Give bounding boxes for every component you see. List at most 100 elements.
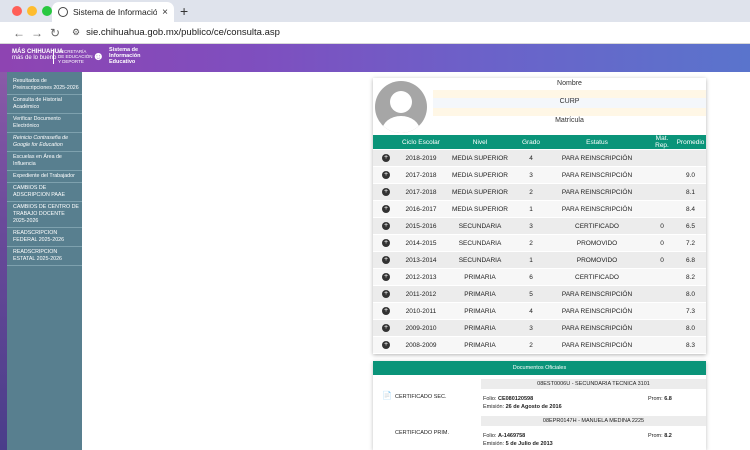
sidebar-item-historial[interactable]: Consulta de Historial Académico	[7, 95, 82, 114]
folio-value: A-1469758	[497, 433, 526, 439]
plus-circle-icon[interactable]: +	[382, 154, 390, 162]
sidebar-item-reinicio-contrasena[interactable]: Reinicio Contraseña de Google for Educat…	[7, 133, 82, 152]
table-row[interactable]: +2015-2016 SECUNDARIA 3 CERTIFICADO 0 6.5	[373, 218, 706, 235]
certificate-icon[interactable]: 📄	[382, 391, 392, 400]
expand-row-icon[interactable]: +	[373, 171, 399, 179]
site-header: MÁS CHIHUAHUA más de lo bueno SECRETARÍA…	[0, 44, 750, 72]
back-arrow-icon[interactable]: ←	[10, 26, 28, 40]
forward-arrow-icon[interactable]: →	[28, 26, 46, 40]
plus-circle-icon[interactable]: +	[382, 324, 390, 332]
table-row[interactable]: +2016-2017 MEDIA SUPERIOR 1 PARA REINSCRIPC…	[373, 201, 706, 218]
site-settings-icon[interactable]: ⚙	[72, 27, 80, 38]
sidebar-item-readscripcion-estatal[interactable]: READSCRIPCION ESTATAL 2025-2026	[7, 247, 82, 266]
table-row[interactable]: +2018-2019 MEDIA SUPERIOR 4 PARA REINSCRIPC…	[373, 150, 706, 167]
plus-circle-icon[interactable]: +	[382, 239, 390, 247]
cell-ciclo: 2015-2016	[405, 222, 437, 230]
cell-grado: 2	[529, 341, 533, 349]
cell-mat-rep: 0	[660, 239, 664, 247]
cell-ciclo: 2017-2018	[405, 171, 437, 179]
expand-row-icon[interactable]: +	[373, 256, 399, 264]
table-row[interactable]: +2012-2013 PRIMARIA 6 CERTIFICADO 8.2	[373, 269, 706, 286]
sidebar-item-readscripcion-federal[interactable]: READSCRIPCION FEDERAL 2025-2026	[7, 228, 82, 247]
table-row[interactable]: +2009-2010 PRIMARIA 3 PARA REINSCRIPCIÓN 8.0	[373, 320, 706, 337]
doc-school: 08EPR0147H - MANUELA MEDINA 2225	[481, 416, 706, 426]
expand-row-icon[interactable]: +	[373, 290, 399, 298]
expand-row-icon[interactable]: +	[373, 154, 399, 162]
plus-circle-icon[interactable]: +	[382, 256, 390, 264]
cell-promedio: 8.0	[685, 324, 696, 332]
cell-promedio: 8.4	[685, 205, 696, 213]
table-row[interactable]: +2014-2015 SECUNDARIA 2 PROMOVIDO 0 7.2	[373, 235, 706, 252]
close-window-button[interactable]	[12, 6, 22, 16]
sidebar-item-expediente[interactable]: Expediente del Trabajador	[7, 171, 82, 183]
cell-mat-rep: 0	[660, 222, 664, 230]
col-grado: Grado	[521, 138, 541, 146]
cell-estatus: PARA REINSCRIPCIÓN	[561, 171, 633, 179]
nombre-label: Nombre	[557, 80, 582, 87]
cell-estatus: PROMOVIDO	[576, 239, 618, 247]
cell-grado: 2	[529, 239, 533, 247]
plus-circle-icon[interactable]: +	[382, 171, 390, 179]
sidebar-item-cambios-paae[interactable]: CAMBIOS DE ADSCRIPCION PAAE	[7, 183, 82, 202]
cell-promedio: 8.2	[685, 273, 696, 281]
expand-row-icon[interactable]: +	[373, 341, 399, 349]
sie-logo[interactable]: ☻ Sistema de Información Educativo	[92, 47, 140, 65]
col-nivel: Nivel	[472, 138, 488, 146]
people-icon: ☻	[92, 49, 105, 63]
sidebar-item-preinscripciones[interactable]: Resultados de Preinscripciones 2025-2026	[7, 72, 82, 95]
cell-estatus: PARA REINSCRIPCIÓN	[561, 307, 633, 315]
cell-grado: 3	[529, 171, 533, 179]
address-bar-row: ← → ↻ ⚙ sie.chihuahua.gob.mx/publico/ce/…	[0, 22, 750, 44]
cell-promedio: 6.5	[685, 222, 696, 230]
table-row[interactable]: +2017-2018 MEDIA SUPERIOR 3 PARA REINSCRIPC…	[373, 167, 706, 184]
table-row[interactable]: +2010-2011 PRIMARIA 4 PARA REINSCRIPCIÓN 7.3	[373, 303, 706, 320]
sidebar-item-cambios-docente[interactable]: CAMBIOS DE CENTRO DE TRABAJO DOCENTE 202…	[7, 202, 82, 228]
prom-label: Prom:	[648, 396, 663, 402]
cell-mat-rep: 0	[660, 256, 664, 264]
historial-card: Nombre CURP Matrícula Ciclo Escolar Nive…	[373, 78, 706, 354]
cell-nivel: SECUNDARIA	[458, 256, 502, 264]
plus-circle-icon[interactable]: +	[382, 307, 390, 315]
table-row[interactable]: +2008-2009 PRIMARIA 2 PARA REINSCRIPCIÓN 8.3	[373, 337, 706, 354]
maximize-window-button[interactable]	[42, 6, 52, 16]
expand-row-icon[interactable]: +	[373, 222, 399, 230]
expand-row-icon[interactable]: +	[373, 324, 399, 332]
minimize-window-button[interactable]	[27, 6, 37, 16]
expand-row-icon[interactable]: +	[373, 188, 399, 196]
plus-circle-icon[interactable]: +	[382, 273, 390, 281]
table-row[interactable]: +2011-2012 PRIMARIA 5 PARA REINSCRIPCIÓN 8.0	[373, 286, 706, 303]
sidebar-item-escuelas-influencia[interactable]: Escuelas en Área de Influencia	[7, 152, 82, 171]
plus-circle-icon[interactable]: +	[382, 222, 390, 230]
table-row[interactable]: +2017-2018 MEDIA SUPERIOR 2 PARA REINSCRIPC…	[373, 184, 706, 201]
cell-nivel: MEDIA SUPERIOR	[452, 171, 508, 179]
close-tab-icon[interactable]: ×	[162, 7, 168, 18]
cell-grado: 2	[529, 188, 533, 196]
expand-row-icon[interactable]: +	[373, 205, 399, 213]
expand-row-icon[interactable]: +	[373, 239, 399, 247]
col-estatus: Estatus	[586, 138, 608, 146]
table-row[interactable]: +2013-2014 SECUNDARIA 1 PROMOVIDO 0 6.8	[373, 252, 706, 269]
logo-line: Educativo	[109, 59, 136, 65]
secretaria-logo: SECRETARÍA DE EDUCACIÓN Y DEPORTE	[53, 49, 93, 64]
url-field[interactable]: sie.chihuahua.gob.mx/publico/ce/consulta…	[86, 27, 280, 38]
plus-circle-icon[interactable]: +	[382, 290, 390, 298]
browser-tab[interactable]: Sistema de Información Educ ×	[52, 2, 174, 22]
expand-row-icon[interactable]: +	[373, 307, 399, 315]
cell-estatus: PARA REINSCRIPCIÓN	[561, 188, 633, 196]
new-tab-button[interactable]: +	[180, 3, 188, 19]
reload-icon[interactable]: ↻	[46, 26, 64, 40]
plus-circle-icon[interactable]: +	[382, 205, 390, 213]
col-promedio: Promedio	[676, 138, 705, 146]
plus-circle-icon[interactable]: +	[382, 188, 390, 196]
emision-value: 5 de Julio de 2013	[505, 441, 553, 447]
cell-grado: 6	[529, 273, 533, 281]
cell-nivel: PRIMARIA	[464, 273, 496, 281]
cell-ciclo: 2018-2019	[405, 154, 437, 162]
plus-circle-icon[interactable]: +	[382, 341, 390, 349]
doc-school: 08EST0006U - SECUNDARIA TECNICA 3101	[481, 379, 706, 389]
sidebar-item-verificar-documento[interactable]: Verificar Documento Electrónico	[7, 114, 82, 133]
prom-value: 6.8	[664, 396, 672, 402]
expand-row-icon[interactable]: +	[373, 273, 399, 281]
doc-label: CERTIFICADO SEC.	[395, 394, 447, 400]
cell-estatus: CERTIFICADO	[575, 273, 619, 281]
